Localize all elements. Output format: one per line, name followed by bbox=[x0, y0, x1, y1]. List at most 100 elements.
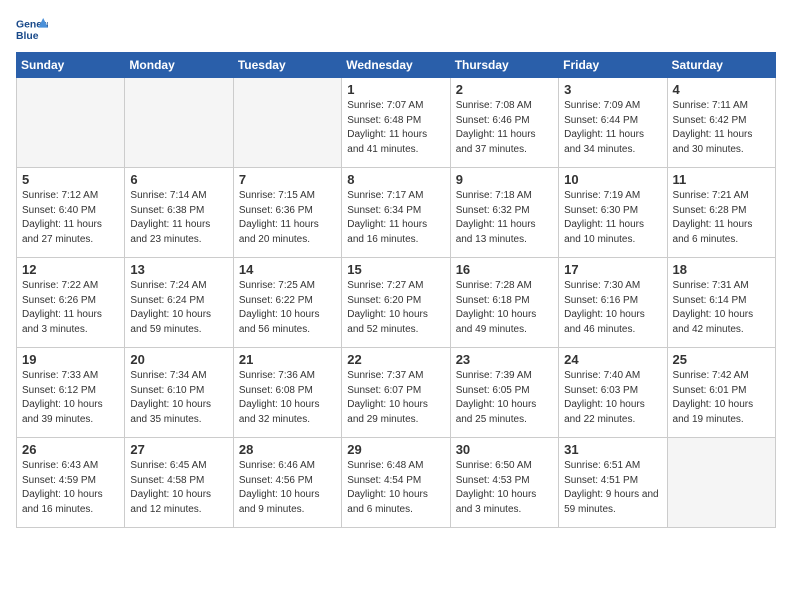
day-info: Sunrise: 7:18 AMSunset: 6:32 PMDaylight:… bbox=[456, 189, 553, 247]
calendar-cell: 11 Sunrise: 7:21 AMSunset: 6:28 PMDayligh… bbox=[667, 168, 775, 258]
day-info: Sunrise: 7:37 AMSunset: 6:07 PMDaylight:… bbox=[347, 369, 444, 427]
day-number: 18 bbox=[673, 262, 770, 277]
calendar-cell bbox=[17, 78, 125, 168]
calendar-cell: 15Sunrise: 7:27 AMSunset: 6:20 PMDayligh… bbox=[342, 258, 450, 348]
day-number: 16 bbox=[456, 262, 553, 277]
day-number: 1 bbox=[347, 82, 444, 97]
day-number: 28 bbox=[239, 442, 336, 457]
day-number: 11 bbox=[673, 172, 770, 187]
day-info: Sunrise: 7:14 AMSunset: 6:38 PMDaylight:… bbox=[130, 189, 227, 247]
day-info: Sunrise: 7:11 AMSunset: 6:42 PMDaylight:… bbox=[673, 99, 770, 157]
calendar-cell: 9 Sunrise: 7:18 AMSunset: 6:32 PMDaylight… bbox=[450, 168, 558, 258]
calendar-cell: 4 Sunrise: 7:11 AMSunset: 6:42 PMDaylight… bbox=[667, 78, 775, 168]
day-info: Sunrise: 7:24 AMSunset: 6:24 PMDaylight:… bbox=[130, 279, 227, 337]
day-info: Sunrise: 7:31 AMSunset: 6:14 PMDaylight:… bbox=[673, 279, 770, 337]
day-info: Sunrise: 7:28 AMSunset: 6:18 PMDaylight:… bbox=[456, 279, 553, 337]
day-number: 9 bbox=[456, 172, 553, 187]
day-info: Sunrise: 7:34 AMSunset: 6:10 PMDaylight:… bbox=[130, 369, 227, 427]
calendar-cell bbox=[233, 78, 341, 168]
day-number: 4 bbox=[673, 82, 770, 97]
weekday-header-wednesday: Wednesday bbox=[342, 53, 450, 78]
calendar-cell bbox=[667, 438, 775, 528]
day-info: Sunrise: 7:09 AMSunset: 6:44 PMDaylight:… bbox=[564, 99, 661, 157]
day-number: 30 bbox=[456, 442, 553, 457]
day-info: Sunrise: 6:43 AMSunset: 4:59 PMDaylight:… bbox=[22, 459, 119, 517]
day-info: Sunrise: 7:36 AMSunset: 6:08 PMDaylight:… bbox=[239, 369, 336, 427]
day-number: 25 bbox=[673, 352, 770, 367]
svg-text:Blue: Blue bbox=[16, 31, 39, 42]
day-info: Sunrise: 7:39 AMSunset: 6:05 PMDaylight:… bbox=[456, 369, 553, 427]
day-info: Sunrise: 7:40 AMSunset: 6:03 PMDaylight:… bbox=[564, 369, 661, 427]
logo-icon: General Blue bbox=[16, 16, 48, 44]
day-info: Sunrise: 7:08 AMSunset: 6:46 PMDaylight:… bbox=[456, 99, 553, 157]
weekday-header-thursday: Thursday bbox=[450, 53, 558, 78]
calendar-cell: 13 Sunrise: 7:24 AMSunset: 6:24 PMDayligh… bbox=[125, 258, 233, 348]
day-info: Sunrise: 7:30 AMSunset: 6:16 PMDaylight:… bbox=[564, 279, 661, 337]
day-number: 26 bbox=[22, 442, 119, 457]
day-number: 23 bbox=[456, 352, 553, 367]
day-info: Sunrise: 7:33 AMSunset: 6:12 PMDaylight:… bbox=[22, 369, 119, 427]
calendar-cell: 25 Sunrise: 7:42 AMSunset: 6:01 PMDayligh… bbox=[667, 348, 775, 438]
calendar-cell: 20 Sunrise: 7:34 AMSunset: 6:10 PMDayligh… bbox=[125, 348, 233, 438]
day-number: 10 bbox=[564, 172, 661, 187]
day-info: Sunrise: 6:46 AMSunset: 4:56 PMDaylight:… bbox=[239, 459, 336, 517]
day-number: 24 bbox=[564, 352, 661, 367]
calendar-cell: 26 Sunrise: 6:43 AMSunset: 4:59 PMDayligh… bbox=[17, 438, 125, 528]
day-number: 2 bbox=[456, 82, 553, 97]
calendar-cell: 16 Sunrise: 7:28 AMSunset: 6:18 PMDayligh… bbox=[450, 258, 558, 348]
day-number: 6 bbox=[130, 172, 227, 187]
calendar-cell: 1 Sunrise: 7:07 AMSunset: 6:48 PMDaylight… bbox=[342, 78, 450, 168]
day-info: Sunrise: 6:50 AMSunset: 4:53 PMDaylight:… bbox=[456, 459, 553, 517]
calendar-cell: 23 Sunrise: 7:39 AMSunset: 6:05 PMDayligh… bbox=[450, 348, 558, 438]
day-info: Sunrise: 7:12 AMSunset: 6:40 PMDaylight:… bbox=[22, 189, 119, 247]
day-info: Sunrise: 7:21 AMSunset: 6:28 PMDaylight:… bbox=[673, 189, 770, 247]
calendar-cell: 31 Sunrise: 6:51 AMSunset: 4:51 PMDayligh… bbox=[559, 438, 667, 528]
day-number: 3 bbox=[564, 82, 661, 97]
day-number: 15 bbox=[347, 262, 444, 277]
calendar-cell: 19 Sunrise: 7:33 AMSunset: 6:12 PMDayligh… bbox=[17, 348, 125, 438]
day-number: 13 bbox=[130, 262, 227, 277]
logo: General Blue bbox=[16, 16, 48, 44]
day-number: 20 bbox=[130, 352, 227, 367]
calendar-cell: 24 Sunrise: 7:40 AMSunset: 6:03 PMDayligh… bbox=[559, 348, 667, 438]
calendar-cell: 27Sunrise: 6:45 AMSunset: 4:58 PMDayligh… bbox=[125, 438, 233, 528]
weekday-header-saturday: Saturday bbox=[667, 53, 775, 78]
calendar-cell: 14Sunrise: 7:25 AMSunset: 6:22 PMDayligh… bbox=[233, 258, 341, 348]
calendar-cell bbox=[125, 78, 233, 168]
calendar-cell: 30 Sunrise: 6:50 AMSunset: 4:53 PMDayligh… bbox=[450, 438, 558, 528]
calendar-cell: 17 Sunrise: 7:30 AMSunset: 6:16 PMDayligh… bbox=[559, 258, 667, 348]
calendar-table: SundayMondayTuesdayWednesdayThursdayFrid… bbox=[16, 52, 776, 528]
day-number: 31 bbox=[564, 442, 661, 457]
day-info: Sunrise: 6:48 AMSunset: 4:54 PMDaylight:… bbox=[347, 459, 444, 517]
calendar-cell: 29 Sunrise: 6:48 AMSunset: 4:54 PMDayligh… bbox=[342, 438, 450, 528]
day-number: 14 bbox=[239, 262, 336, 277]
calendar-cell: 2 Sunrise: 7:08 AMSunset: 6:46 PMDaylight… bbox=[450, 78, 558, 168]
calendar-cell: 22 Sunrise: 7:37 AMSunset: 6:07 PMDayligh… bbox=[342, 348, 450, 438]
day-number: 22 bbox=[347, 352, 444, 367]
day-number: 8 bbox=[347, 172, 444, 187]
calendar-cell: 5 Sunrise: 7:12 AMSunset: 6:40 PMDaylight… bbox=[17, 168, 125, 258]
weekday-header-monday: Monday bbox=[125, 53, 233, 78]
day-info: Sunrise: 7:22 AMSunset: 6:26 PMDaylight:… bbox=[22, 279, 119, 337]
day-info: Sunrise: 7:19 AMSunset: 6:30 PMDaylight:… bbox=[564, 189, 661, 247]
day-info: Sunrise: 7:42 AMSunset: 6:01 PMDaylight:… bbox=[673, 369, 770, 427]
day-number: 29 bbox=[347, 442, 444, 457]
calendar-cell: 8Sunrise: 7:17 AMSunset: 6:34 PMDaylight… bbox=[342, 168, 450, 258]
weekday-header-sunday: Sunday bbox=[17, 53, 125, 78]
day-info: Sunrise: 7:07 AMSunset: 6:48 PMDaylight:… bbox=[347, 99, 444, 157]
calendar-cell: 12 Sunrise: 7:22 AMSunset: 6:26 PMDayligh… bbox=[17, 258, 125, 348]
calendar-cell: 18 Sunrise: 7:31 AMSunset: 6:14 PMDayligh… bbox=[667, 258, 775, 348]
calendar-cell: 6 Sunrise: 7:14 AMSunset: 6:38 PMDaylight… bbox=[125, 168, 233, 258]
day-number: 5 bbox=[22, 172, 119, 187]
calendar-cell: 3 Sunrise: 7:09 AMSunset: 6:44 PMDaylight… bbox=[559, 78, 667, 168]
day-number: 21 bbox=[239, 352, 336, 367]
day-number: 17 bbox=[564, 262, 661, 277]
weekday-header-tuesday: Tuesday bbox=[233, 53, 341, 78]
day-info: Sunrise: 6:51 AMSunset: 4:51 PMDaylight:… bbox=[564, 459, 661, 517]
calendar-cell: 10 Sunrise: 7:19 AMSunset: 6:30 PMDayligh… bbox=[559, 168, 667, 258]
calendar-cell: 28 Sunrise: 6:46 AMSunset: 4:56 PMDayligh… bbox=[233, 438, 341, 528]
weekday-header-friday: Friday bbox=[559, 53, 667, 78]
day-number: 12 bbox=[22, 262, 119, 277]
calendar-cell: 21 Sunrise: 7:36 AMSunset: 6:08 PMDayligh… bbox=[233, 348, 341, 438]
day-number: 19 bbox=[22, 352, 119, 367]
